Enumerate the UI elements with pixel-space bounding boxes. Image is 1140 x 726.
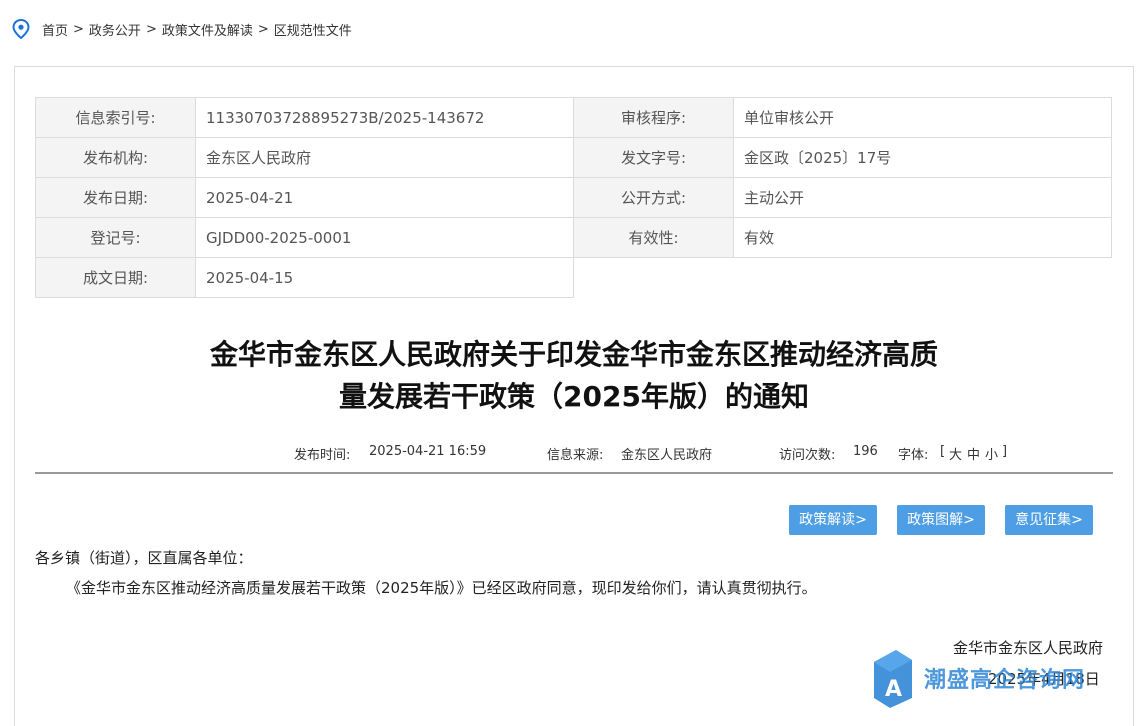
table-row: 发布机构: 金东区人民政府 发文字号: 金区政〔2025〕17号 xyxy=(35,137,1112,178)
font-size-label: 字体: xyxy=(898,448,929,463)
empty-cell xyxy=(573,257,1112,298)
breadcrumb-separator: > xyxy=(257,21,269,37)
title-line-1: 金华市金东区人民政府关于印发金华市金东区推动经济高质 xyxy=(209,338,938,371)
body-paragraph: 《金华市金东区推动经济高质量发展若干政策（2025年版）》已经区政府同意，现印发… xyxy=(66,579,817,597)
policy-graphic-button[interactable]: 政策图解> xyxy=(897,505,985,535)
publish-date-label: 发布日期: xyxy=(35,177,196,218)
publish-date-value: 2025-04-21 xyxy=(195,177,574,218)
font-size-large[interactable]: 大 xyxy=(949,444,962,463)
disclosure-method-value: 主动公开 xyxy=(733,177,1112,218)
registration-number-value: GJDD00-2025-0001 xyxy=(195,217,574,258)
watermark-text: 潮盛高企咨询网 xyxy=(924,668,1086,693)
review-procedure-label: 审核程序: xyxy=(573,97,734,138)
breadcrumb-district-docs[interactable]: 区规范性文件 xyxy=(274,20,352,39)
source-value: 金东区人民政府 xyxy=(621,448,713,463)
opinion-collection-button[interactable]: 意见征集> xyxy=(1005,505,1093,535)
table-row: 成文日期: 2025-04-15 xyxy=(35,257,1112,298)
publish-time-label: 发布时间: xyxy=(294,448,351,463)
document-title: 金华市金东区人民政府关于印发金华市金东区推动经济高质 量发展若干政策（2025年… xyxy=(35,334,1113,418)
issuing-agency-label: 发布机构: xyxy=(35,137,196,178)
issuing-agency-value: 金东区人民政府 xyxy=(195,137,574,178)
visits-count: 196 xyxy=(853,444,878,459)
index-number-label: 信息索引号: xyxy=(35,97,196,138)
disclosure-method-label: 公开方式: xyxy=(573,177,734,218)
breadcrumb-separator: > xyxy=(145,21,157,37)
breadcrumb-home[interactable]: 首页 xyxy=(42,20,68,39)
table-row: 信息索引号: 11330703728895273B/2025-143672 审核… xyxy=(35,97,1112,138)
document-info-table: 信息索引号: 11330703728895273B/2025-143672 审核… xyxy=(35,97,1112,298)
registration-number-label: 登记号: xyxy=(35,217,196,258)
breadcrumb-separator: > xyxy=(73,21,84,37)
index-number-value: 11330703728895273B/2025-143672 xyxy=(195,97,574,138)
policy-interpretation-button[interactable]: 政策解读> xyxy=(789,505,877,535)
breadcrumb-gov-affairs[interactable]: 政务公开 xyxy=(89,20,141,39)
table-row: 登记号: GJDD00-2025-0001 有效性: 有效 xyxy=(35,217,1112,258)
watermark: A 潮盛高企咨询网 xyxy=(872,650,1102,710)
validity-label: 有效性: xyxy=(573,217,734,258)
title-line-2: 量发展若干政策（2025年版）的通知 xyxy=(339,380,809,413)
validity-value: 有效 xyxy=(733,217,1112,258)
article-info-bar: 发布时间: 2025-04-21 16:59 信息来源: 金东区人民政府 访问次… xyxy=(35,442,1113,464)
salutation: 各乡镇（街道），区直属各单位： xyxy=(35,549,253,567)
breadcrumb: 首页 > 政务公开 > 政策文件及解读 > 区规范性文件 xyxy=(12,18,352,40)
title-divider xyxy=(35,472,1113,474)
breadcrumb-policy-docs[interactable]: 政策文件及解读 xyxy=(162,20,253,39)
watermark-logo-letter: A xyxy=(885,677,902,702)
publish-time-value: 2025-04-21 16:59 xyxy=(369,444,487,459)
watermark-logo-icon: A xyxy=(874,650,912,708)
review-procedure-value: 单位审核公开 xyxy=(733,97,1112,138)
font-size-medium[interactable]: 中 xyxy=(967,444,980,463)
table-row: 发布日期: 2025-04-21 公开方式: 主动公开 xyxy=(35,177,1112,218)
font-size-bracket-open: [ xyxy=(940,444,946,459)
visits-label: 访问次数: xyxy=(779,448,836,463)
written-date-label: 成文日期: xyxy=(35,257,196,298)
font-size-bracket-close: ] xyxy=(1002,444,1008,459)
source-label: 信息来源: xyxy=(547,448,604,463)
document-number-value: 金区政〔2025〕17号 xyxy=(733,137,1112,178)
written-date-value: 2025-04-15 xyxy=(195,257,574,298)
document-number-label: 发文字号: xyxy=(573,137,734,178)
location-pin-icon xyxy=(12,19,30,39)
font-size-small[interactable]: 小 xyxy=(985,444,998,463)
